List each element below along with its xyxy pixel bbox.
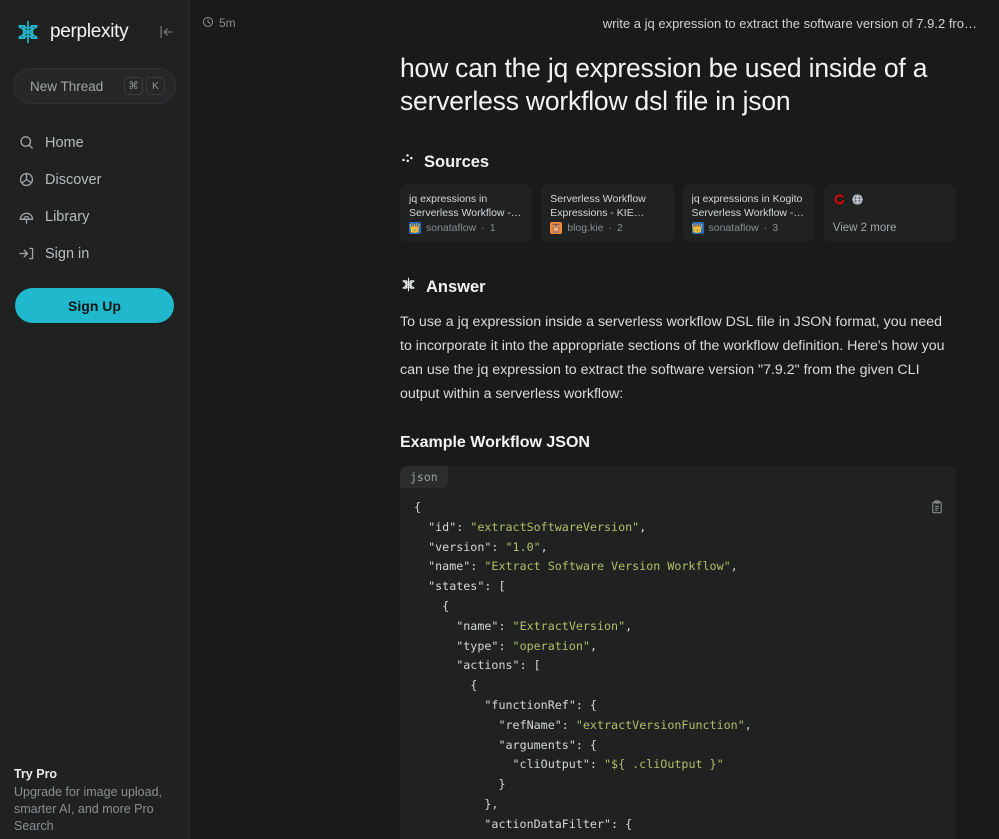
source-index: 1 (489, 222, 496, 234)
source-meta: 🦉 blog.kie · 2 (550, 222, 664, 234)
try-pro-description: Upgrade for image upload, smarter AI, an… (14, 785, 163, 833)
thread-age-label: 5m (219, 16, 236, 30)
sidebar-item-discover[interactable]: Discover (0, 161, 189, 198)
try-pro-title: Try Pro (14, 767, 58, 781)
source-title: Serverless Workflow Expressions - KIE… (550, 193, 646, 219)
collapse-sidebar-icon[interactable] (157, 23, 175, 41)
source-title: jq expressions in Kogito Serverless Work… (691, 193, 804, 219)
page-title: how can the jq expression be used inside… (400, 53, 928, 116)
source-index: 3 (772, 222, 779, 234)
sidebar-item-label: Home (45, 134, 84, 151)
sidebar-item-home[interactable]: Home (0, 124, 189, 161)
sources-dots-icon (400, 152, 415, 172)
source-separator: · (763, 222, 768, 234)
answer-label: Answer (426, 277, 486, 296)
code-block: json { "id": "extractSoftwareVersion", "… (400, 466, 956, 839)
kbd-letter: K (146, 77, 165, 95)
new-thread-label: New Thread (30, 78, 104, 94)
brand-row: perplexity (0, 0, 189, 46)
sign-in-icon (18, 245, 35, 262)
view-more-favicons (833, 193, 947, 211)
source-domain: blog.kie (567, 222, 604, 234)
clock-icon (202, 16, 214, 31)
source-domain: sonataflow (708, 222, 759, 234)
brand-name: perplexity (50, 21, 129, 42)
sidebar-item-sign-in[interactable]: Sign in (0, 235, 189, 272)
globe-favicon (851, 193, 864, 211)
sidebar-item-label: Discover (45, 171, 102, 188)
sources-row: jq expressions in Serverless Workflow -…… (400, 184, 956, 242)
thread-age: 5m (202, 16, 236, 31)
answer-paragraph: To use a jq expression inside a serverle… (400, 314, 945, 402)
sign-up-button[interactable]: Sign Up (15, 288, 174, 323)
perplexity-answer-icon (400, 276, 417, 298)
sonataflow-favicon: 👑 (691, 222, 704, 234)
source-title: jq expressions in Serverless Workflow -… (409, 193, 522, 219)
sidebar-nav: Home Discover Library Sign in (0, 124, 189, 272)
source-card[interactable]: jq expressions in Kogito Serverless Work… (682, 184, 815, 242)
sonataflow-favicon: 👑 (409, 222, 421, 234)
sources-label: Sources (424, 152, 490, 171)
clipboard-copy-icon[interactable] (930, 500, 944, 519)
source-meta: 👑 sonataflow · 1 (409, 222, 523, 234)
answer-heading: Answer (400, 276, 956, 298)
sidebar: perplexity New Thread ⌘ K Home Discover (0, 0, 190, 839)
code-content[interactable]: { "id": "extractSoftwareVersion", "versi… (400, 488, 956, 839)
kie-favicon: 🦉 (550, 222, 563, 234)
discover-globe-icon (18, 171, 35, 188)
perplexity-logo-icon (14, 18, 42, 46)
view-more-label: View 2 more (832, 222, 897, 234)
source-index: 2 (616, 222, 623, 234)
kbd-modifier: ⌘ (124, 77, 143, 95)
new-thread-button[interactable]: New Thread ⌘ K (13, 68, 176, 104)
source-meta: 👑 sonataflow · 3 (691, 222, 806, 234)
thread-content: how can the jq expression be used inside… (400, 52, 980, 839)
code-language-label: json (400, 466, 448, 488)
view-more-sources-card[interactable]: View 2 more (823, 184, 956, 242)
answer-subheading: Example Workflow JSON (400, 434, 590, 451)
sidebar-item-library[interactable]: Library (0, 198, 189, 235)
sidebar-item-label: Library (45, 208, 90, 225)
source-separator: · (608, 222, 612, 234)
try-pro-promo[interactable]: Try Pro Upgrade for image upload, smarte… (0, 767, 190, 839)
thread-title[interactable]: write a jq expression to extract the sof… (603, 16, 977, 31)
library-icon (18, 208, 35, 225)
source-card[interactable]: jq expressions in Serverless Workflow -…… (400, 184, 533, 242)
source-domain: sonataflow (426, 222, 477, 234)
redhat-favicon (833, 193, 846, 211)
sources-heading: Sources (400, 152, 956, 172)
source-card[interactable]: Serverless Workflow Expressions - KIE… 🦉… (541, 184, 674, 242)
main-content: 5m write a jq expression to extract the … (190, 0, 999, 839)
sidebar-item-label: Sign in (45, 245, 90, 262)
source-separator: · (481, 222, 485, 234)
home-search-icon (18, 134, 35, 151)
top-bar: 5m write a jq expression to extract the … (190, 0, 999, 46)
